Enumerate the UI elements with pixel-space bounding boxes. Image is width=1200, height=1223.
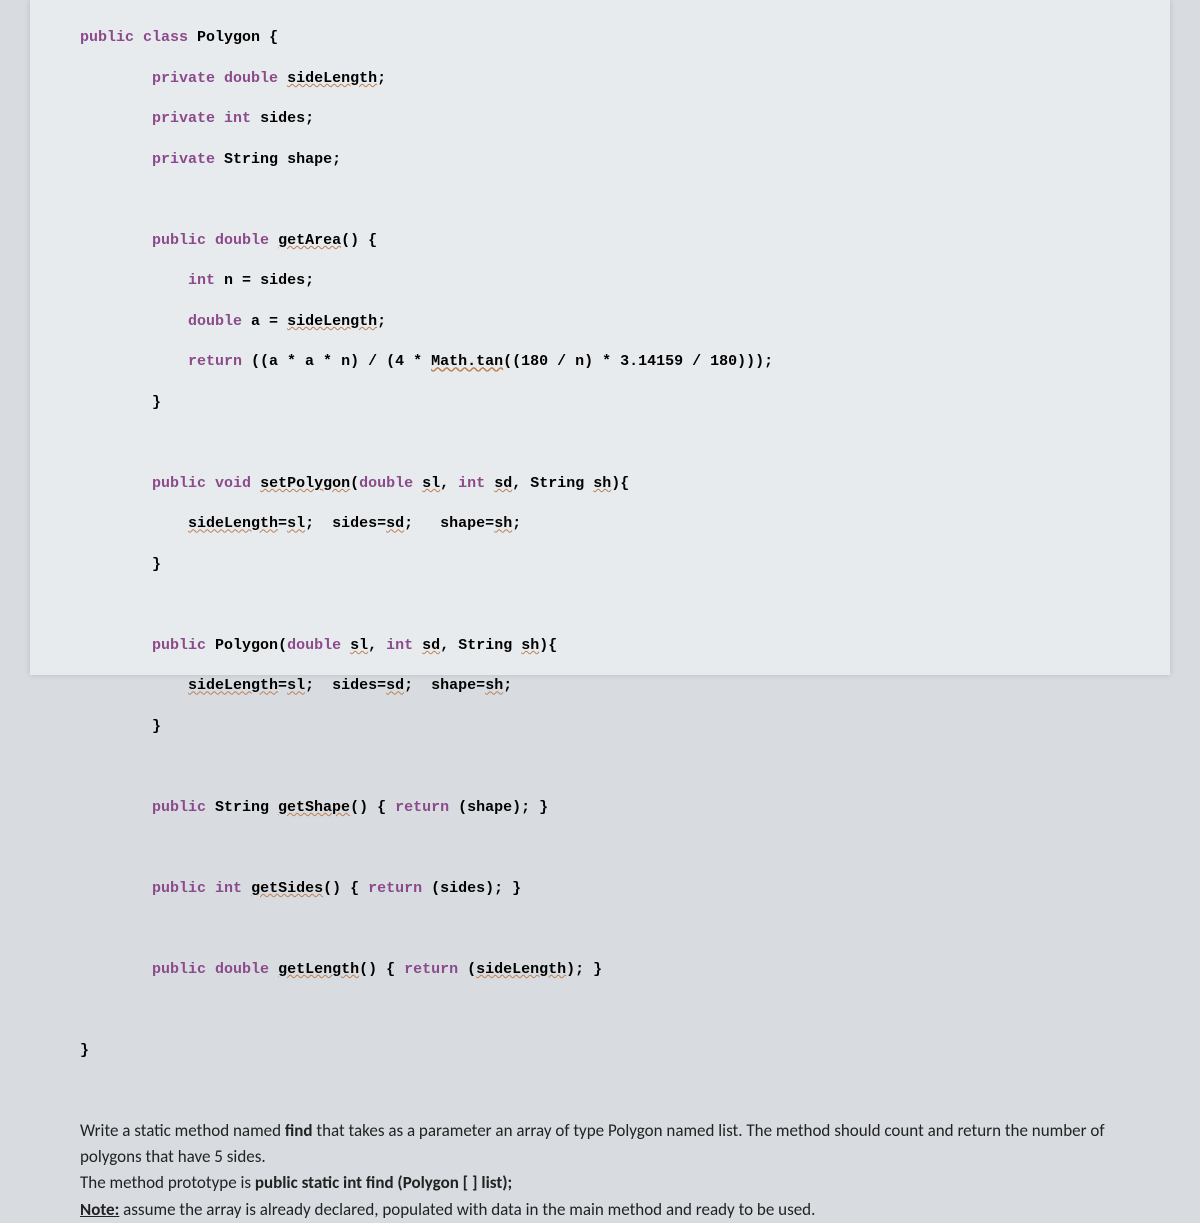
code-line-blank-7 [30,1000,1170,1020]
code-line-8: double a = sideLength; [30,312,1170,332]
code-line-10: } [30,393,1170,413]
code-line-blank-5 [30,838,1170,858]
question-note: Note: assume the array is already declar… [80,1197,1120,1223]
question-paragraph-1: Write a static method named find that ta… [80,1118,1120,1171]
code-block: public class Polygon { private double si… [30,0,1170,1112]
code-line-blank-4 [30,757,1170,777]
q1-bold-find: find [285,1120,313,1141]
code-line-blank-6 [30,919,1170,939]
code-line-20: public String getShape() { return (shape… [30,798,1170,818]
q2-text-a: The method prototype is [80,1172,255,1193]
document-page: public class Polygon { private double si… [30,0,1170,675]
code-line-14: } [30,555,1170,575]
q2-bold-proto: public static int find (Polygon [ ] list… [255,1172,512,1193]
code-line-4: private String shape; [30,150,1170,170]
code-line-24: public double getLength() { return (side… [30,960,1170,980]
code-line-26: } [30,1041,1170,1061]
note-text: assume the array is already declared, po… [119,1199,815,1220]
code-line-16: public Polygon(double sl, int sd, String… [30,636,1170,656]
code-line-3: private int sides; [30,109,1170,129]
code-line-13: sideLength=sl; sides=sd; shape=sh; [30,514,1170,534]
code-line-22: public int getSides() { return (sides); … [30,879,1170,899]
code-line-18: } [30,717,1170,737]
q1-text-a: Write a static method named [80,1120,285,1141]
code-line-12: public void setPolygon(double sl, int sd… [30,474,1170,494]
code-line-blank-3 [30,595,1170,615]
question-paragraph-2: The method prototype is public static in… [80,1170,1120,1196]
code-line-blank-1 [30,190,1170,210]
code-line-2: private double sideLength; [30,69,1170,89]
code-line-blank-2 [30,433,1170,453]
note-label: Note: [80,1199,119,1220]
question-prose: Write a static method named find that ta… [30,1112,1170,1223]
code-line-1: public class Polygon { [30,28,1170,48]
code-line-7: int n = sides; [30,271,1170,291]
code-line-9: return ((a * a * n) / (4 * Math.tan((180… [30,352,1170,372]
code-line-6: public double getArea() { [30,231,1170,251]
code-line-17: sideLength=sl; sides=sd; shape=sh; [30,676,1170,696]
